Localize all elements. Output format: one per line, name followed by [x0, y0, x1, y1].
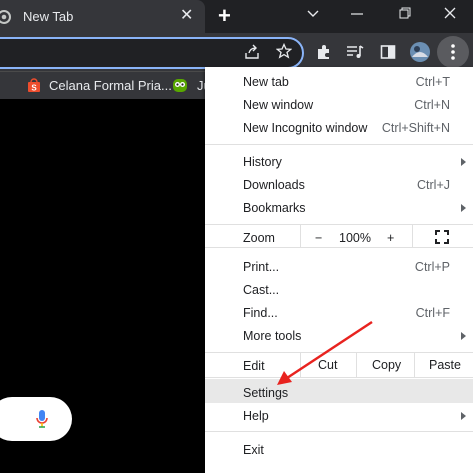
annotation-arrow	[277, 320, 373, 385]
